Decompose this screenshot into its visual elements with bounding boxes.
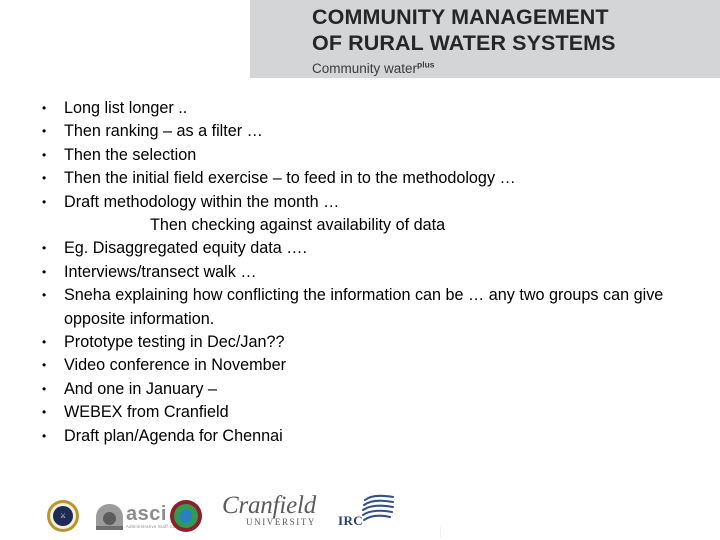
globe-logo-outer-ring [170,500,202,532]
seal-logo-outer-ring: ⚔ [47,500,79,532]
bullet-icon: • [42,124,47,139]
list-item-sub-note: Then checking against availability of da… [150,216,446,235]
list-item-text: WEBEX from Cranfield [64,403,229,422]
slide-title-line-1: COMMUNITY MANAGEMENT [312,5,609,29]
list-item-text: Then the selection [64,145,197,164]
bullet-icon: • [42,288,47,303]
footer-faint-mark [440,527,441,538]
bullet-icon: • [42,405,47,420]
list-item: • Draft plan/Agenda for Chennai [0,425,700,448]
globe-logo-inner-circle [174,504,198,528]
list-item: • Then the initial field exercise – to f… [0,167,700,190]
water-drop-icon [179,508,193,524]
list-item-text: Prototype testing in Dec/Jan?? [64,333,285,352]
list-item: • Prototype testing in Dec/Jan?? [0,331,700,354]
bullet-icon: • [42,381,47,396]
list-item: • Sneha explaining how conflicting the i… [0,284,700,331]
list-item-text: Then ranking – as a filter … [64,122,263,141]
slide-header-band: COMMUNITY MANAGEMENT OF RURAL WATER SYST… [250,0,720,78]
list-item-text: Long list longer .. [64,99,188,117]
slide-subtitle-superscript: plus [417,59,435,70]
irc-logo: IRC [338,494,397,529]
bullet-icon: • [42,147,47,162]
footer-logo-strip: ⚔ asci Administrative Staff College Cran… [0,478,720,540]
bullet-icon: • [42,101,47,115]
list-item: • And one in January – [0,378,700,401]
cranfield-logo-sublabel: UNIVERSITY [246,517,317,527]
seal-logo-inner-emblem: ⚔ [53,506,73,526]
cranfield-logo-label: Cranfield [222,492,317,519]
bullet-icon: • [42,241,47,256]
slide-subtitle-main: Community water [312,61,418,76]
bullet-icon: • [42,171,47,186]
list-item-text: Video conference in November [64,356,286,375]
list-item-text: Draft methodology within the month … [64,192,340,211]
bullet-icon: • [42,194,47,209]
list-item: • Video conference in November [0,354,700,377]
list-item: • Then ranking – as a filter … [0,120,700,143]
list-item-text: And one in January – [64,379,217,398]
bullet-icon: • [42,358,47,373]
seal-logo: ⚔ [47,500,79,532]
seal-logo-middle-ring: ⚔ [50,503,76,529]
globe-water-logo [170,500,202,532]
list-item-text: Sneha explaining how conflicting the inf… [64,286,664,328]
irc-waves-icon [361,494,397,529]
list-item-text: Eg. Disaggregated equity data …. [64,239,307,258]
list-item-text: Draft plan/Agenda for Chennai [64,426,283,445]
list-item: • Interviews/transect walk … [0,261,700,284]
cranfield-logo: Cranfield UNIVERSITY [222,493,316,528]
list-item: • Draft methodology within the month … [0,191,700,214]
list-item-text: Interviews/transect walk … [64,262,257,281]
list-item-text: Then the initial field exercise – to fee… [64,169,516,188]
slide-body-content: • Long list longer .. • Then ranking – a… [0,97,700,448]
slide-title-line-2: OF RURAL WATER SYSTEMS [312,31,616,55]
list-item: • Long list longer .. [0,97,700,120]
bullet-icon: • [42,335,47,350]
list-item: • Eg. Disaggregated equity data …. [0,237,700,260]
irc-logo-label: IRC [338,513,364,528]
slide-subtitle: Community waterplus [312,60,720,77]
bullet-icon: • [42,264,47,279]
list-item: • Then the selection [0,144,700,167]
asci-building-icon [96,504,123,530]
bullet-icon: • [42,428,47,443]
list-item: • WEBEX from Cranfield [0,401,700,424]
